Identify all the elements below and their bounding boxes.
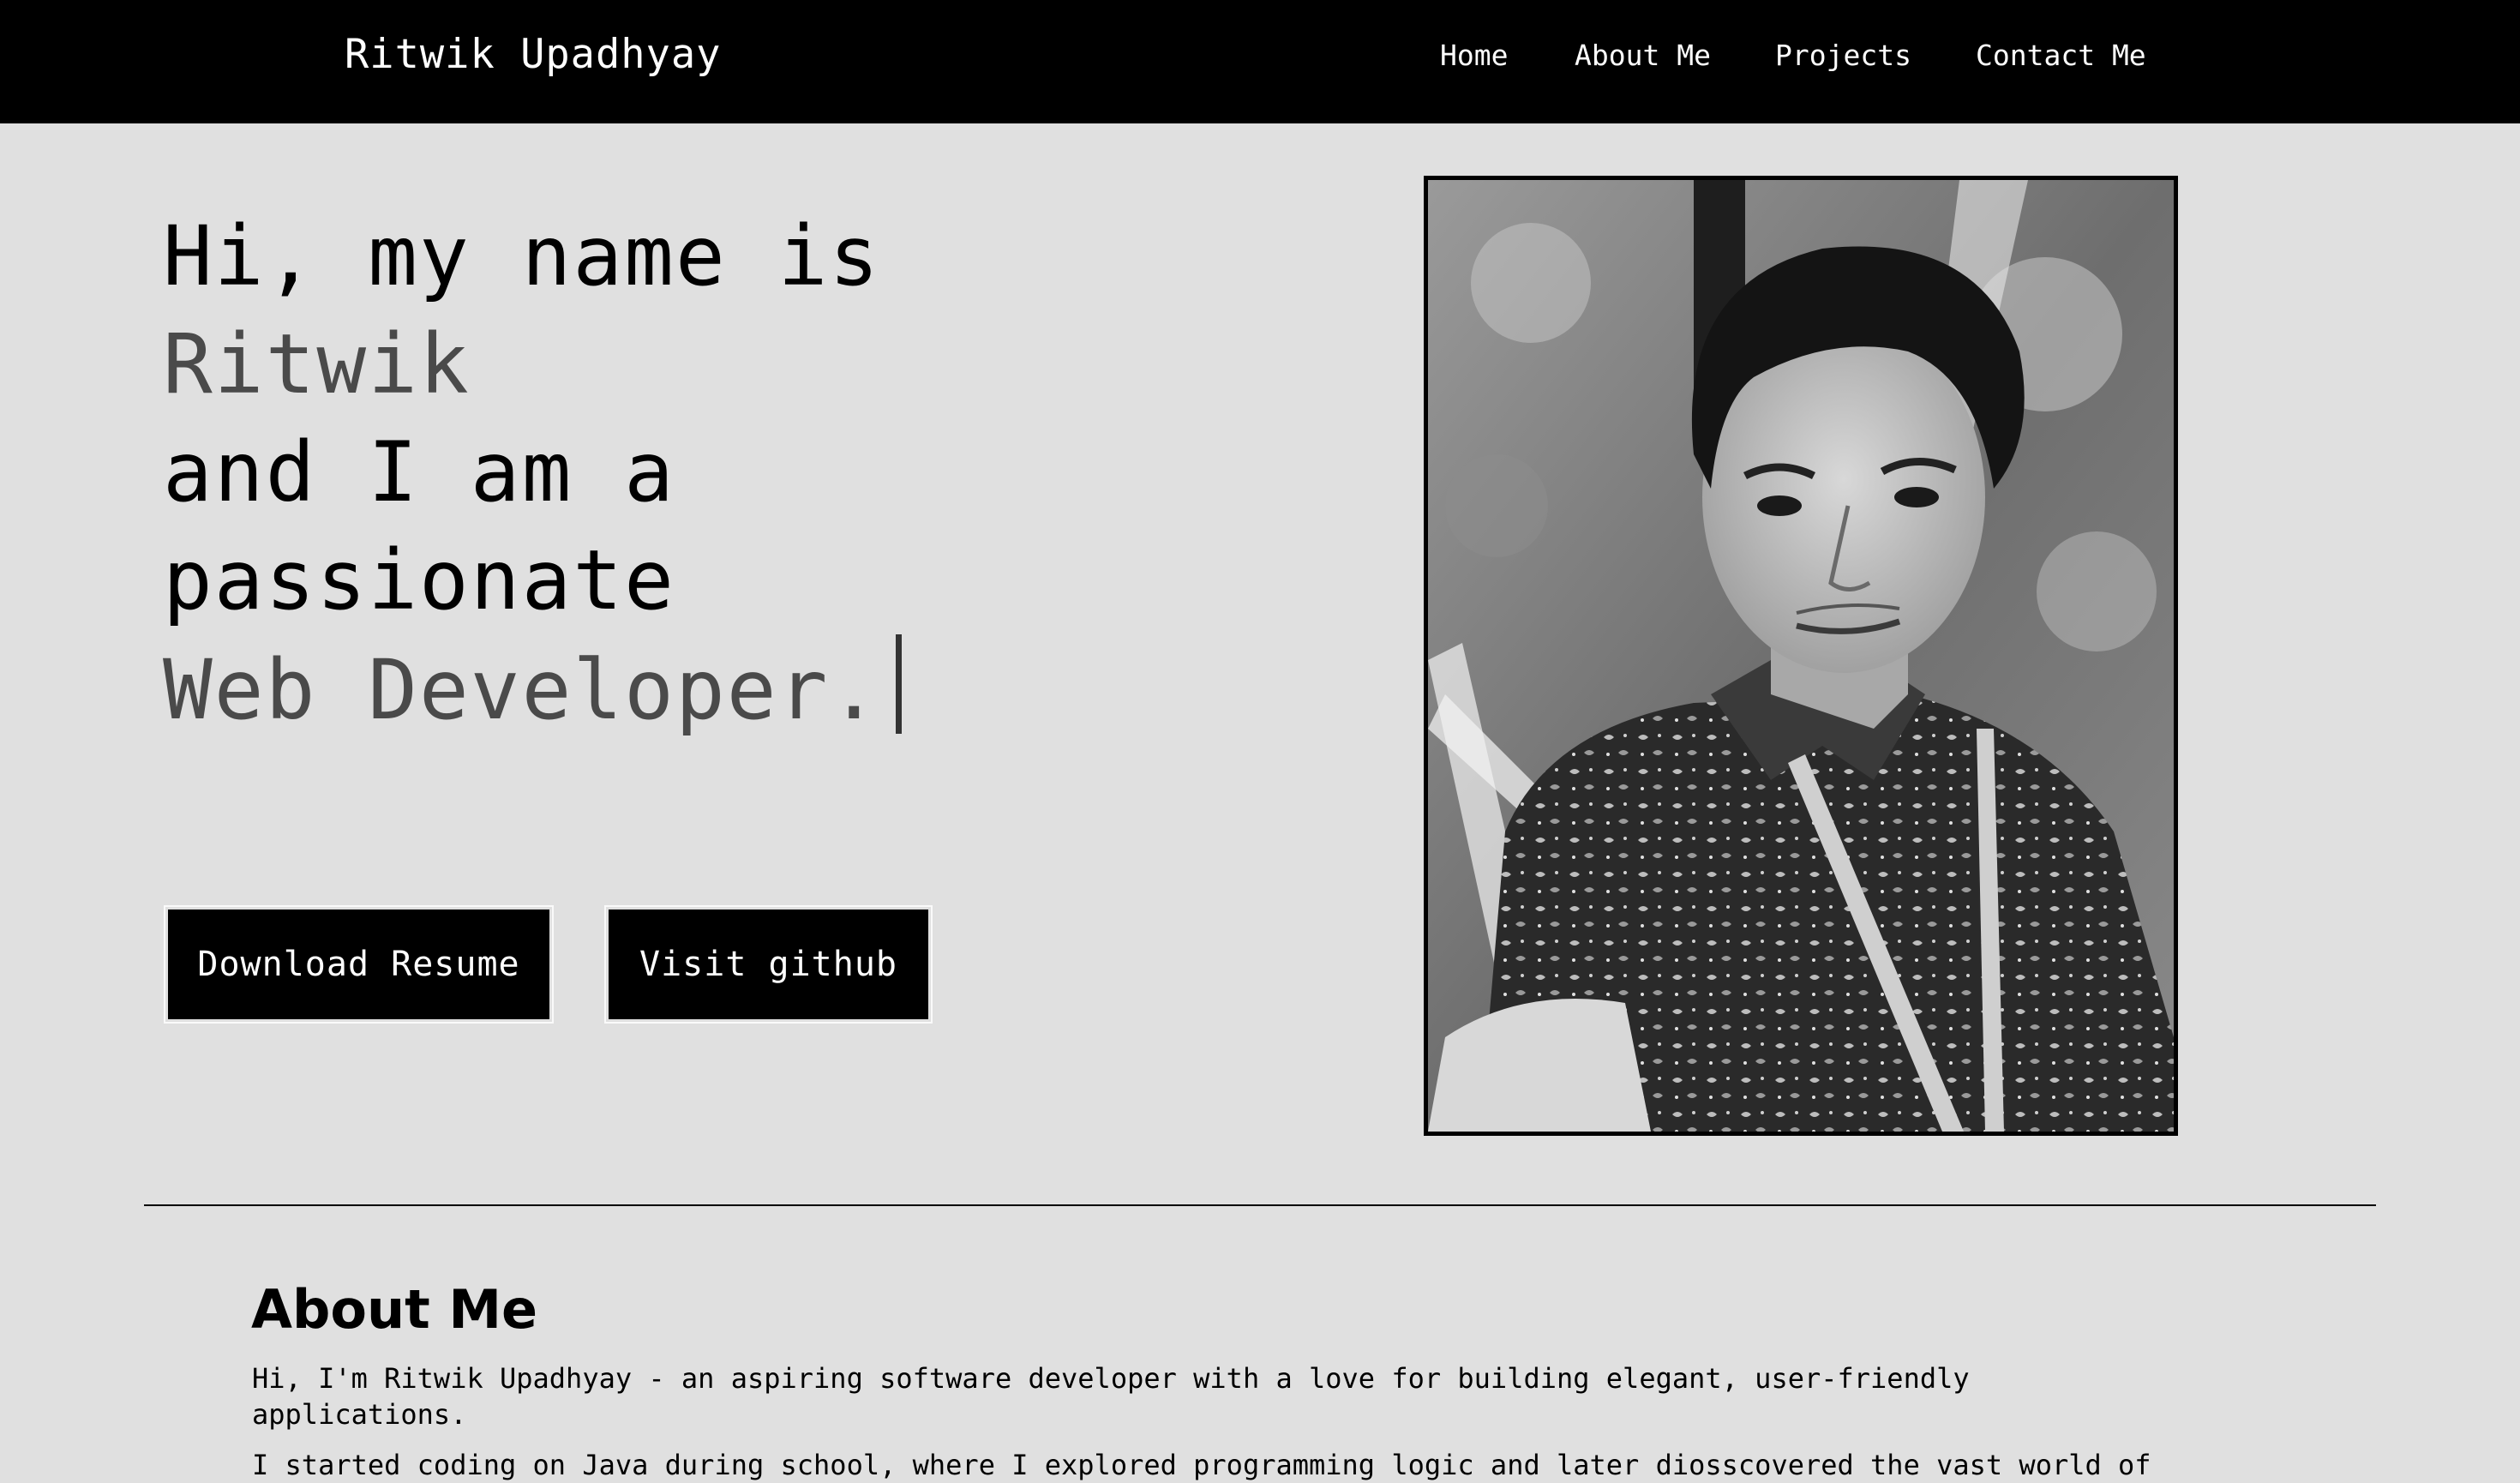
nav-link-about-me[interactable]: About Me	[1575, 38, 1711, 74]
hero-name: Ritwik	[163, 316, 471, 412]
nav-link-projects[interactable]: Projects	[1775, 38, 1911, 74]
hero-role: Web Developer.	[163, 642, 881, 738]
hero-intro: and I am a	[163, 424, 675, 520]
visit-github-button[interactable]: Visit github	[609, 910, 928, 1019]
hero-heading: Hi, my name is Ritwik and I am a passion…	[163, 202, 903, 744]
about-paragraph-1: Hi, I'm Ritwik Upadhyay - an aspiring so…	[252, 1362, 1970, 1431]
hero-role-line: Web Developer.	[163, 634, 903, 744]
nav-link-home[interactable]: Home	[1440, 38, 1508, 74]
brand-logo-text[interactable]: Ritwik Upadhyay	[345, 29, 721, 81]
visit-github-button-frame: Visit github	[604, 905, 933, 1024]
hero-greeting: Hi, my name is	[163, 208, 881, 304]
download-resume-button-frame: Download Resume	[164, 905, 554, 1024]
download-resume-button[interactable]: Download Resume	[168, 910, 549, 1019]
section-divider	[144, 1204, 2376, 1206]
profile-photo	[1424, 176, 2178, 1136]
portrait-photo-illustration	[1428, 180, 2174, 1132]
nav-link-contact-me[interactable]: Contact Me	[1976, 38, 2146, 74]
navbar: Ritwik Upadhyay Home About Me Projects C…	[0, 0, 2520, 123]
hero-adjective: passionate	[163, 532, 675, 628]
about-me-heading: About Me	[251, 1278, 538, 1341]
typing-cursor	[896, 634, 903, 734]
about-paragraph-2: I started coding on Java during school, …	[252, 1449, 2151, 1481]
